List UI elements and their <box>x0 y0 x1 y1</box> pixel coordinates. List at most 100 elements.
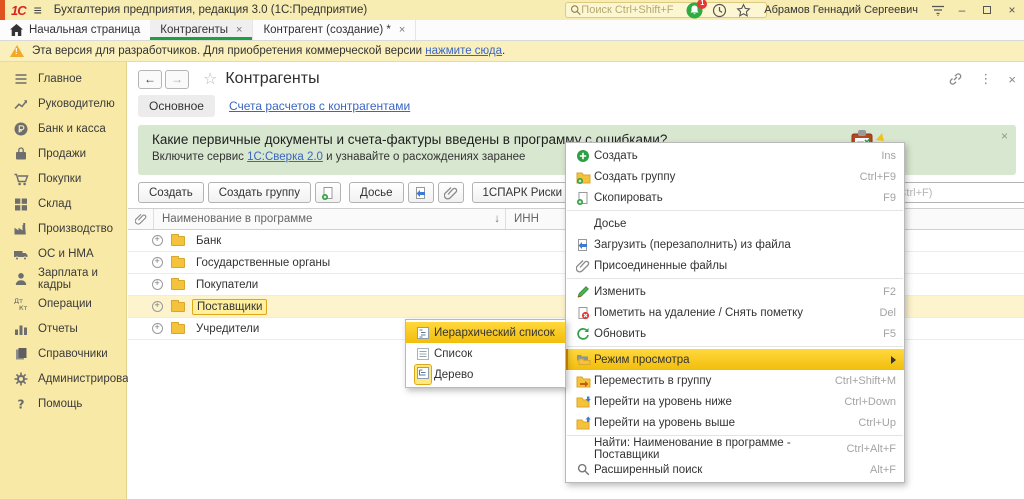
menu-item-level-up[interactable]: Перейти на уровень выше Ctrl+Up <box>566 412 904 433</box>
advanced-search-icon <box>577 463 590 476</box>
production-icon <box>13 221 29 237</box>
move-group-icon <box>576 374 591 388</box>
tab-kontragenty[interactable]: Контрагенты × <box>150 20 253 40</box>
menu-item-move-to-group[interactable]: Переместить в группу Ctrl+Shift+M <box>566 370 904 391</box>
notifications-icon[interactable]: 1 <box>686 2 703 19</box>
menu-item-create-group[interactable]: Создать группу Ctrl+F9 <box>566 166 904 187</box>
main-icon <box>13 71 29 87</box>
1c-logo: 1С <box>11 3 26 18</box>
expand-icon[interactable] <box>152 235 163 246</box>
sidebar-item-operations[interactable]: ДтКт Операции <box>0 291 126 316</box>
sidebar-item-manager[interactable]: Руководителю <box>0 91 126 116</box>
fixed-assets-icon <box>13 246 29 262</box>
favorites-star-icon[interactable] <box>736 3 751 18</box>
sverka-link[interactable]: 1С:Сверка 2.0 <box>247 151 323 163</box>
bank-icon <box>13 121 29 137</box>
mark-delete-icon <box>576 306 590 320</box>
get-link-icon[interactable] <box>948 72 963 86</box>
folder-icon <box>171 236 185 246</box>
flat-list-icon <box>416 347 430 361</box>
close-icon[interactable]: × <box>399 24 405 36</box>
expand-icon[interactable] <box>152 279 163 290</box>
menu-item-edit[interactable]: Изменить F2 <box>566 281 904 302</box>
hierarchical-list-icon <box>416 326 430 340</box>
search-icon <box>570 4 581 16</box>
expand-icon[interactable] <box>152 323 163 334</box>
menu-item-mark-deletion[interactable]: Пометить на удаление / Снять пометку Del <box>566 302 904 323</box>
create-group-button[interactable]: Создать группу <box>208 182 311 203</box>
view-mode-submenu: Иерархический список Список Дерево <box>405 319 566 388</box>
sidebar-item-purchases[interactable]: Покупки <box>0 166 126 191</box>
load-from-file-button[interactable] <box>408 182 434 203</box>
page-tabs: Основное Счета расчетов с контрагентами <box>128 93 1024 123</box>
tab-kontragent-new[interactable]: Контрагент (создание) * × <box>253 20 416 40</box>
sort-descending-icon: ↓ <box>494 213 500 225</box>
tab-home[interactable]: Начальная страница <box>0 20 150 40</box>
close-page-icon[interactable]: × <box>1008 72 1016 87</box>
operations-icon: ДтКт <box>13 296 29 312</box>
sidebar-item-sales[interactable]: Продажи <box>0 141 126 166</box>
view-mode-icon <box>576 353 591 366</box>
menu-item-refresh[interactable]: Обновить F5 <box>566 323 904 344</box>
current-user[interactable]: Абрамов Геннадий Сергеевич <box>764 4 918 16</box>
menu-item-find[interactable]: Найти: Наименование в программе - Постав… <box>566 438 904 459</box>
banner-close-icon[interactable]: × <box>1001 129 1008 143</box>
buy-version-link[interactable]: нажмите сюда <box>425 45 502 57</box>
minimize-button[interactable]: – <box>954 3 970 17</box>
menu-item-view-mode[interactable]: Режим просмотра <box>566 349 904 370</box>
expand-icon[interactable] <box>152 301 163 312</box>
menu-item-advanced-search[interactable]: Расширенный поиск Alt+F <box>566 459 904 480</box>
edit-icon <box>576 285 590 299</box>
sections-panel: Главное Руководителю Банк и касса Продаж… <box>0 62 127 499</box>
copy-button[interactable] <box>315 182 341 203</box>
window-title: Бухгалтерия предприятия, редакция 3.0 (1… <box>54 4 367 16</box>
menu-item-create[interactable]: Создать Ins <box>566 145 904 166</box>
folder-icon <box>171 324 185 334</box>
submenu-arrow-icon <box>891 356 896 364</box>
create-button[interactable]: Создать <box>138 182 204 203</box>
more-actions-icon[interactable]: ⋮ <box>979 71 992 87</box>
back-button[interactable]: ← <box>138 70 162 89</box>
sidebar-item-warehouse[interactable]: Склад <box>0 191 126 216</box>
menu-item-dossier[interactable]: Досье <box>566 213 904 234</box>
warning-text: Эта версия для разработчиков. Для приобр… <box>32 45 422 57</box>
sidebar-item-bank[interactable]: Банк и касса <box>0 116 126 141</box>
svg-text:Кт: Кт <box>19 304 28 312</box>
reports-icon <box>13 321 29 337</box>
folder-icon <box>171 302 185 312</box>
title-bar: 1С ≡ Бухгалтерия предприятия, редакция 3… <box>0 0 1024 20</box>
folder-icon <box>171 258 185 268</box>
sidebar-item-main[interactable]: Главное <box>0 66 126 91</box>
column-name[interactable]: Наименование в программе ↓ <box>154 209 506 229</box>
restore-button[interactable] <box>979 3 995 17</box>
tab-osnovnoe[interactable]: Основное <box>138 95 215 117</box>
tab-accounts-link[interactable]: Счета расчетов с контрагентами <box>229 99 410 113</box>
expand-icon[interactable] <box>152 257 163 268</box>
main-menu-icon[interactable]: ≡ <box>34 2 42 18</box>
sidebar-item-salary[interactable]: Зарплата и кадры <box>0 266 126 291</box>
menu-item-attached-files[interactable]: Присоединенные файлы <box>566 255 904 276</box>
sidebar-item-help[interactable]: ? Помощь <box>0 391 126 416</box>
history-icon[interactable] <box>712 3 727 18</box>
submenu-item-tree[interactable]: Дерево <box>406 364 565 385</box>
close-icon[interactable]: × <box>236 24 242 36</box>
menu-item-level-down[interactable]: Перейти на уровень ниже Ctrl+Down <box>566 391 904 412</box>
sidebar-item-fixed-assets[interactable]: ОС и НМА <box>0 241 126 266</box>
paperclip-icon <box>576 259 590 273</box>
favorite-star-icon[interactable]: ☆ <box>203 69 217 89</box>
submenu-item-list[interactable]: Список <box>406 343 565 364</box>
service-menu-icon[interactable] <box>931 4 945 16</box>
copy-icon <box>321 186 335 200</box>
dossier-button[interactable]: Досье <box>349 182 403 203</box>
menu-item-copy[interactable]: Скопировать F9 <box>566 187 904 208</box>
sidebar-item-production[interactable]: Производство <box>0 216 126 241</box>
sidebar-item-administration[interactable]: Администрирование <box>0 366 126 391</box>
submenu-item-hierarchical[interactable]: Иерархический список <box>406 322 565 343</box>
menu-item-load-from-file[interactable]: Загрузить (перезаполнить) из файла <box>566 234 904 255</box>
attached-files-button[interactable] <box>438 182 464 203</box>
sidebar-item-reports[interactable]: Отчеты <box>0 316 126 341</box>
sidebar-item-directories[interactable]: Справочники <box>0 341 126 366</box>
forward-button[interactable]: → <box>165 70 189 89</box>
close-window-button[interactable]: × <box>1004 3 1020 17</box>
create-group-icon <box>576 170 591 184</box>
